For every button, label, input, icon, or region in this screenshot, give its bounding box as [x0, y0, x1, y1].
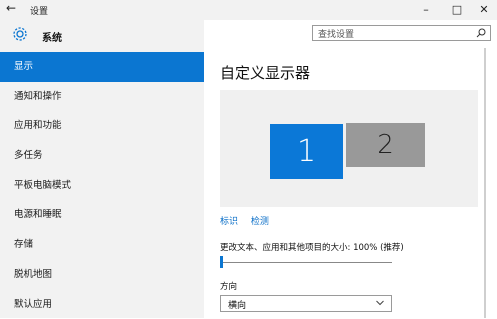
detect-link[interactable]: 检测: [251, 217, 269, 227]
sidebar-item-label: 电源和睡眠: [14, 209, 62, 220]
slider-thumb[interactable]: [220, 256, 223, 268]
display-links: 标识 检测: [220, 214, 279, 227]
scale-label: 更改文本、应用和其他项目的大小: 100% (推荐): [220, 241, 404, 253]
sidebar-item-label: 显示: [14, 61, 33, 72]
sidebar-item-apps[interactable]: 应用和功能: [0, 111, 204, 141]
display-arrangement: 1 2: [220, 90, 478, 207]
orientation-select[interactable]: 横向: [220, 295, 392, 312]
search-input[interactable]: 查找设置: [312, 25, 491, 41]
sidebar-item-default-apps[interactable]: 默认应用: [0, 290, 204, 319]
sidebar-item-offline-maps[interactable]: 脱机地图: [0, 260, 204, 290]
orientation-label: 方向: [220, 280, 237, 292]
page-title: 自定义显示器: [220, 62, 310, 83]
monitor-number: 1: [297, 134, 316, 169]
window-title: 设置: [30, 4, 48, 17]
gear-icon: [12, 26, 28, 42]
monitor-number: 2: [377, 130, 394, 160]
sidebar-item-label: 脱机地图: [14, 269, 52, 280]
maximize-button[interactable]: □: [443, 0, 471, 20]
orientation-value: 横向: [228, 298, 246, 311]
sidebar-item-notifications[interactable]: 通知和操作: [0, 82, 204, 112]
sidebar-item-storage[interactable]: 存储: [0, 230, 204, 260]
sidebar-header-label: 系统: [42, 29, 62, 44]
search-icon[interactable]: [476, 28, 486, 38]
sidebar-item-label: 通知和操作: [14, 91, 62, 102]
scrollbar[interactable]: [484, 48, 486, 318]
chevron-down-icon: [376, 300, 384, 306]
sidebar-item-label: 存储: [14, 239, 33, 250]
close-button[interactable]: ✕: [470, 0, 497, 20]
search-placeholder: 查找设置: [318, 27, 354, 40]
monitor-1[interactable]: 1: [270, 124, 343, 179]
sidebar-item-label: 平板电脑模式: [14, 180, 71, 191]
title-bar: ← 设置 – □ ✕: [0, 0, 497, 20]
scale-slider[interactable]: [220, 256, 392, 268]
sidebar-item-tablet-mode[interactable]: 平板电脑模式: [0, 171, 204, 201]
sidebar-item-label: 多任务: [14, 150, 43, 161]
sidebar-item-label: 默认应用: [14, 299, 52, 310]
sidebar-item-multitasking[interactable]: 多任务: [0, 141, 204, 171]
sidebar-nav: 显示 通知和操作 应用和功能 多任务 平板电脑模式 电源和睡眠 存储 脱机地图 …: [0, 52, 204, 319]
back-arrow-icon[interactable]: ←: [6, 1, 16, 15]
sidebar-item-power-sleep[interactable]: 电源和睡眠: [0, 200, 204, 230]
sidebar-item-display[interactable]: 显示: [0, 52, 204, 82]
sidebar: 系统 显示 通知和操作 应用和功能 多任务 平板电脑模式 电源和睡眠 存储 脱机…: [0, 20, 204, 318]
identify-link[interactable]: 标识: [220, 217, 238, 227]
monitor-2[interactable]: 2: [346, 123, 425, 167]
sidebar-item-label: 应用和功能: [14, 120, 62, 131]
minimize-button[interactable]: –: [412, 0, 440, 20]
slider-track: [220, 262, 392, 263]
